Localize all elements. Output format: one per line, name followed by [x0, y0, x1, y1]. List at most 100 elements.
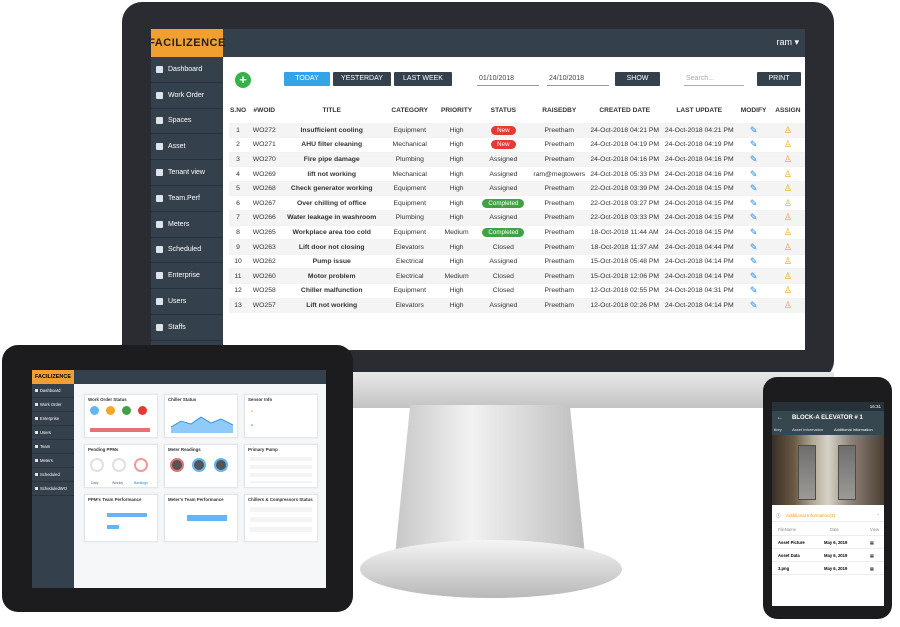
column-header[interactable]: MODIFY [736, 99, 770, 123]
chiller-status-card[interactable]: Chiller Status [164, 394, 238, 438]
assign-user-icon[interactable]: ♙ [784, 169, 792, 179]
table-row[interactable]: 8 WO265 Workplace area too cold Equipment Me… [229, 224, 805, 240]
tablet-sidebar-item[interactable]: Team [32, 440, 74, 454]
edit-pencil-icon[interactable]: ✎ [750, 154, 758, 164]
column-header[interactable]: RAISEDBY [531, 99, 587, 123]
table-row[interactable]: 4 WO269 lift not working Mechanical High Assi… [229, 166, 805, 182]
additional-info-section[interactable]: ⓘ Additional Information(3) ⌃ [772, 510, 884, 522]
back-arrow-icon[interactable]: ← [777, 411, 783, 425]
sidebar-item-enterprise[interactable]: Enterprise [151, 263, 223, 290]
table-row[interactable]: 7 WO266 Water leakage in washroom Plumbing H… [229, 210, 805, 226]
column-header[interactable]: PRIORITY [437, 99, 475, 123]
sensor-info-card[interactable]: Sensor Info ● ● [244, 394, 318, 438]
sidebar-item-meters[interactable]: Meters [151, 212, 223, 238]
view-icon[interactable]: ▤ [870, 536, 874, 549]
chillers-compressors-card[interactable]: Chillers & Compressors Status [244, 494, 318, 542]
app-logo[interactable]: FACILIZENCE [151, 29, 225, 57]
file-row[interactable]: Asset Picture May 6, 2019 ▤ [772, 536, 884, 549]
sidebar-item-dashboard[interactable]: Dashboard [151, 57, 223, 83]
table-row[interactable]: 2 WO271 AHU filter cleaning Mechanical High N… [229, 137, 805, 153]
view-icon[interactable]: ▤ [870, 562, 874, 575]
table-row[interactable]: 5 WO268 Check generator working Equipment Hi… [229, 180, 805, 196]
sidebar-item-scheduled[interactable]: Scheduled [151, 238, 223, 264]
add-work-order-button[interactable]: + [235, 72, 251, 88]
date-from-field[interactable]: 01/10/2018 [477, 72, 539, 86]
table-row[interactable]: 12 WO258 Chiller malfunction Equipment High C… [229, 283, 805, 299]
sidebar-item-users[interactable]: Users [151, 289, 223, 315]
edit-pencil-icon[interactable]: ✎ [750, 242, 758, 252]
sidebar-item-spaces[interactable]: Spaces [151, 109, 223, 135]
column-header[interactable]: ASSIGN [771, 99, 805, 123]
column-header[interactable]: TITLE [281, 99, 382, 123]
tab-asset-information[interactable]: Asset Information [792, 425, 823, 435]
meter-team-performance-card[interactable]: Meter's Team Performance [164, 494, 238, 542]
edit-pencil-icon[interactable]: ✎ [750, 271, 758, 281]
assign-user-icon[interactable]: ♙ [784, 300, 792, 310]
table-row[interactable]: 11 WO260 Motor problem Electrical Medium Clos… [229, 268, 805, 284]
assign-user-icon[interactable]: ♙ [784, 242, 792, 252]
tablet-logo[interactable]: FACILIZENCE [32, 370, 74, 384]
assign-user-icon[interactable]: ♙ [784, 125, 792, 135]
sidebar-item-asset[interactable]: Asset [151, 134, 223, 161]
tablet-sidebar-item[interactable]: Dashboard [32, 384, 74, 398]
edit-pencil-icon[interactable]: ✎ [750, 169, 758, 179]
date-to-field[interactable]: 24/10/2018 [547, 72, 609, 86]
show-button[interactable]: SHOW [615, 72, 660, 86]
assign-user-icon[interactable]: ♙ [784, 139, 792, 149]
primary-pump-card[interactable]: Primary Pump [244, 444, 318, 488]
edit-pencil-icon[interactable]: ✎ [750, 183, 758, 193]
assign-user-icon[interactable]: ♙ [784, 154, 792, 164]
last-week-button[interactable]: LAST WEEK [394, 72, 452, 86]
tablet-sidebar-item[interactable]: Enterprise [32, 412, 74, 426]
sidebar-item-work-order[interactable]: Work Order [151, 83, 223, 109]
sidebar-item-staffs[interactable]: Staffs [151, 315, 223, 341]
edit-pencil-icon[interactable]: ✎ [750, 256, 758, 266]
tablet-sidebar-item[interactable]: Users [32, 426, 74, 440]
column-header[interactable]: CREATED DATE [587, 99, 662, 123]
view-icon[interactable]: ▤ [870, 549, 874, 562]
meter-readings-card[interactable]: Meter Readings [164, 444, 238, 488]
assign-user-icon[interactable]: ♙ [784, 212, 792, 222]
table-row[interactable]: 3 WO270 Fire pipe damage Plumbing High Assign… [229, 151, 805, 167]
table-row[interactable]: 6 WO267 Over chilling of office Equipment Hi… [229, 195, 805, 211]
column-header[interactable]: #WOID [247, 99, 281, 123]
user-menu[interactable]: ram ▾ [776, 37, 799, 48]
edit-pencil-icon[interactable]: ✎ [750, 198, 758, 208]
table-row[interactable]: 10 WO262 Pump issue Electrical High Assigned P… [229, 253, 805, 269]
work-order-status-card[interactable]: Work Order Status [84, 394, 158, 438]
tablet-sidebar-item[interactable]: ScheduledWO [32, 482, 74, 496]
sidebar-item-team-perf[interactable]: Team.Perf [151, 186, 223, 212]
ppm-team-performance-card[interactable]: PPM's Team Performance [84, 494, 158, 542]
tablet-sidebar-item[interactable]: Scheduled [32, 468, 74, 482]
sidebar-item-tenant-view[interactable]: Tenant view [151, 160, 223, 186]
edit-pencil-icon[interactable]: ✎ [750, 227, 758, 237]
table-row[interactable]: 9 WO263 Lift door not closing Elevators High… [229, 239, 805, 255]
tab-history[interactable]: ttory [774, 425, 782, 435]
today-button[interactable]: TODAY [284, 72, 330, 86]
assign-user-icon[interactable]: ♙ [784, 285, 792, 295]
column-header[interactable]: LAST UPDATE [662, 99, 737, 123]
assign-user-icon[interactable]: ♙ [784, 198, 792, 208]
print-button[interactable]: PRINT [757, 72, 801, 86]
tablet-sidebar-item[interactable]: Work Order [32, 398, 74, 412]
column-header[interactable]: STATUS [476, 99, 531, 123]
assign-user-icon[interactable]: ♙ [784, 256, 792, 266]
tablet-sidebar-item[interactable]: Meters [32, 454, 74, 468]
edit-pencil-icon[interactable]: ✎ [750, 285, 758, 295]
file-row[interactable]: 3.png May 6, 2019 ▤ [772, 562, 884, 575]
edit-pencil-icon[interactable]: ✎ [750, 212, 758, 222]
pending-ppms-card[interactable]: Pending PPMs Daily Weekly Backlogs [84, 444, 158, 488]
table-row[interactable]: 1 WO272 Insufficient cooling Equipment High N… [229, 122, 805, 138]
column-header[interactable]: S.NO [229, 99, 247, 123]
assign-user-icon[interactable]: ♙ [784, 271, 792, 281]
column-header[interactable]: CATEGORY [382, 99, 437, 123]
edit-pencil-icon[interactable]: ✎ [750, 139, 758, 149]
file-row[interactable]: Asset Data May 6, 2019 ▤ [772, 549, 884, 562]
assign-user-icon[interactable]: ♙ [784, 183, 792, 193]
assign-user-icon[interactable]: ♙ [784, 227, 792, 237]
yesterday-button[interactable]: YESTERDAY [333, 72, 391, 86]
table-row[interactable]: 13 WO257 Lift not working Elevators High Assi… [229, 297, 805, 313]
edit-pencil-icon[interactable]: ✎ [750, 125, 758, 135]
search-input[interactable]: Search... [684, 72, 744, 86]
edit-pencil-icon[interactable]: ✎ [750, 300, 758, 310]
